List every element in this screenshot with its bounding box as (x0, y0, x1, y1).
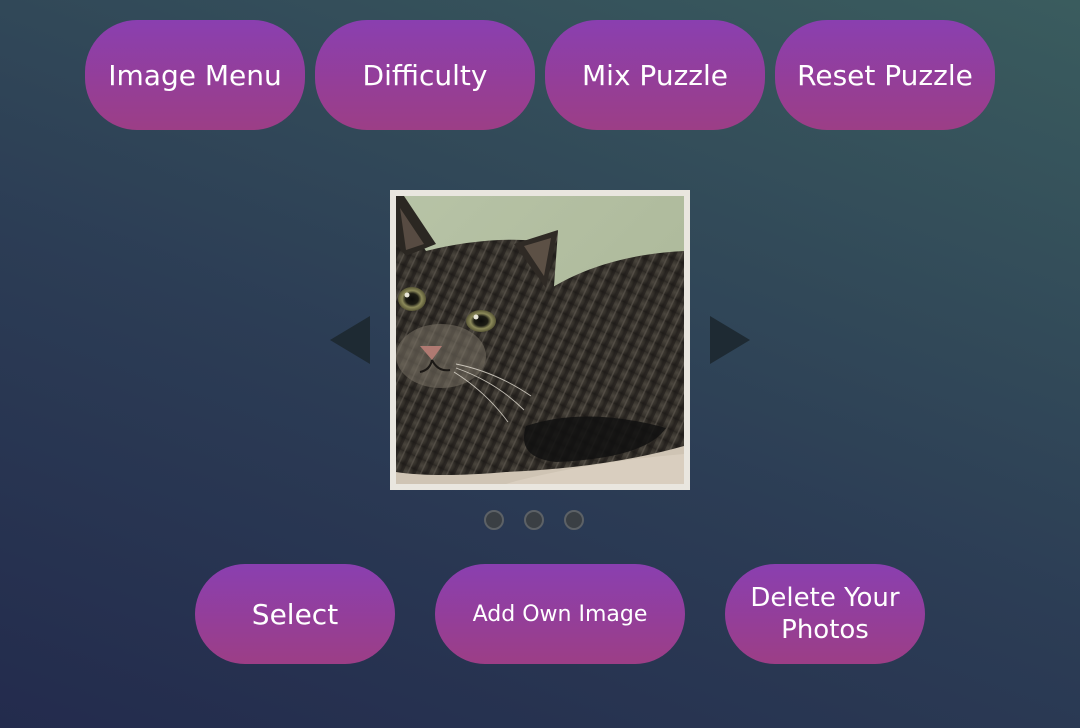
mix-puzzle-button[interactable]: Mix Puzzle (545, 20, 765, 130)
delete-photos-label-line-1: Delete Your (750, 582, 900, 613)
delete-your-photos-button[interactable]: Delete Your Photos (725, 564, 925, 664)
carousel-indicator (484, 510, 584, 530)
add-own-image-button[interactable]: Add Own Image (435, 564, 685, 664)
carousel-dot-3[interactable] (564, 510, 584, 530)
carousel-dot-1[interactable] (484, 510, 504, 530)
carousel-dot-2[interactable] (524, 510, 544, 530)
previous-image-arrow-icon[interactable] (330, 316, 370, 364)
cat-photo (396, 196, 684, 484)
reset-puzzle-button[interactable]: Reset Puzzle (775, 20, 995, 130)
next-image-arrow-icon[interactable] (710, 316, 750, 364)
difficulty-button[interactable]: Difficulty (315, 20, 535, 130)
image-menu-button[interactable]: Image Menu (85, 20, 305, 130)
delete-photos-label-line-2: Photos (781, 615, 869, 645)
select-button[interactable]: Select (195, 564, 395, 664)
puzzle-image-preview (390, 190, 690, 490)
